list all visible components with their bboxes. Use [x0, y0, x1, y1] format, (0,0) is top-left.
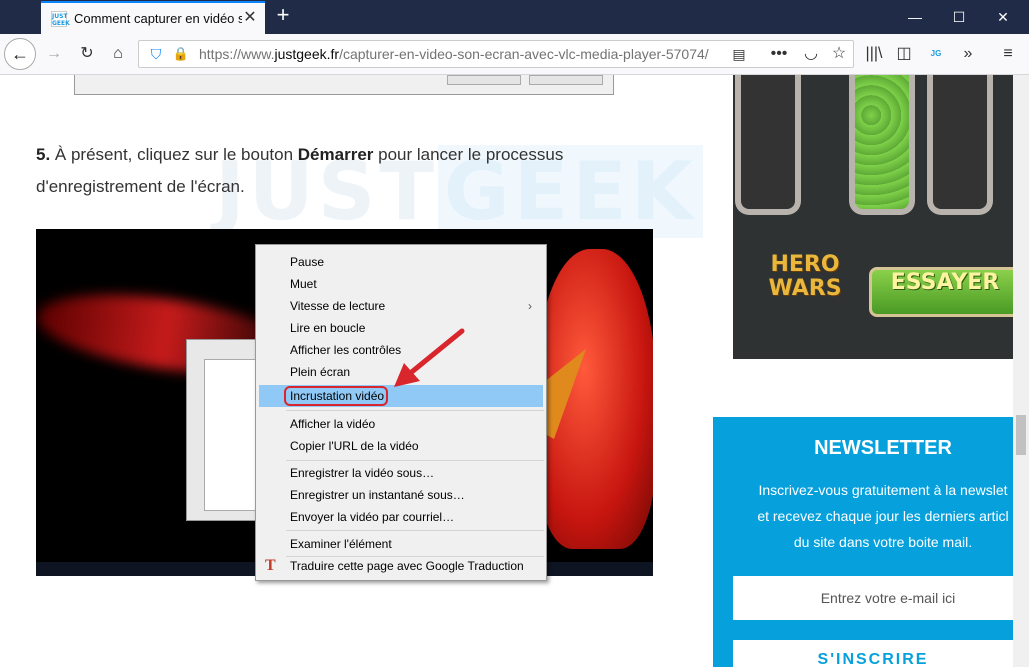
step-paragraph: 5. À présent, cliquez sur le bouton Déma… [36, 145, 564, 196]
menu-item-loop[interactable]: Lire en boucle [290, 321, 365, 335]
newsletter-title: NEWSLETTER [814, 437, 952, 459]
lock-icon[interactable]: 🔒 [169, 42, 193, 66]
minimize-icon[interactable]: — [905, 7, 925, 27]
close-tab-icon[interactable]: ✕ [241, 9, 259, 27]
forward-icon[interactable]: → [42, 42, 66, 66]
menu-item-view-video[interactable]: Afficher la vidéo [290, 417, 375, 431]
page-actions-icon[interactable]: ••• [767, 42, 791, 66]
translate-icon: T [265, 557, 276, 574]
submenu-arrow-icon: › [528, 299, 532, 313]
menu-item-mute[interactable]: Muet [290, 277, 317, 291]
newsletter-description: Inscrivez-vous gratuitement à la newslet… [757, 482, 1009, 550]
tab-title: Comment capturer en vidéo so [74, 11, 242, 26]
bookmark-star-icon[interactable]: ☆ [827, 42, 851, 66]
ad-tube-right [927, 75, 993, 215]
menu-item-email-video[interactable]: Envoyer la vidéo par courriel… [290, 510, 454, 524]
pocket-icon[interactable]: ◡ [799, 42, 823, 66]
newsletter-widget: NEWSLETTER Inscrivez-vous gratuitement à… [713, 417, 1013, 667]
ad-tube-middle [849, 75, 915, 215]
reload-icon[interactable]: ↻ [75, 42, 99, 66]
sidebar-icon[interactable]: ◫ [892, 42, 916, 66]
tracking-shield-icon[interactable]: ⛉ [144, 42, 168, 66]
maximize-icon[interactable]: ☐ [949, 7, 969, 27]
newsletter-email-field[interactable]: Entrez votre e-mail ici [733, 576, 1013, 620]
close-window-icon[interactable]: ✕ [993, 7, 1013, 27]
hamburger-menu-icon[interactable]: ≡ [996, 42, 1020, 66]
new-tab-icon[interactable]: + [273, 4, 293, 26]
menu-item-save-video[interactable]: Enregistrer la vidéo sous… [290, 466, 434, 480]
ad-try-button[interactable]: ESSAYER [869, 267, 1013, 317]
menu-item-translate-page[interactable]: Traduire cette page avec Google Traducti… [290, 559, 524, 573]
ad-tube-left [735, 75, 801, 215]
menu-item-show-controls[interactable]: Afficher les contrôles [290, 343, 401, 357]
menu-item-save-snapshot[interactable]: Enregistrer un instantané sous… [290, 488, 465, 502]
hero-wars-logo: HERO WARS [768, 252, 842, 301]
menu-item-inspect-element[interactable]: Examiner l'élément [290, 537, 392, 551]
newsletter-subscribe-button[interactable]: S'INSCRIRE [733, 640, 1013, 667]
justgeek-extension-icon[interactable]: JG [924, 42, 948, 66]
site-favicon: JUST GEEK [51, 11, 70, 27]
url-text[interactable]: https://www.justgeek.fr/capturer-en-vide… [199, 46, 709, 62]
url-bar[interactable]: ⛉ 🔒 https://www.justgeek.fr/capturer-en-… [138, 40, 854, 68]
previous-screenshot-bottom [74, 75, 614, 95]
title-bar: JUST GEEK Comment capturer en vidéo so ✕… [0, 0, 1029, 34]
annotation-arrow-icon [394, 328, 465, 387]
menu-item-playback-speed[interactable]: Vitesse de lecture [290, 299, 385, 313]
context-menu: Pause Muet Vitesse de lecture › Lire en … [255, 244, 547, 581]
navigation-bar: ← → ↻ ⌂ ⛉ 🔒 https://www.justgeek.fr/capt… [0, 34, 1029, 75]
back-icon[interactable]: ← [4, 38, 36, 70]
scrollbar-thumb[interactable] [1016, 415, 1026, 455]
overflow-menu-icon[interactable]: » [956, 42, 980, 66]
page-scrollbar[interactable] [1013, 75, 1029, 667]
menu-item-fullscreen[interactable]: Plein écran [290, 365, 350, 379]
page-content: JUSTGEEK 5. À présent, cliquez sur le bo… [0, 75, 1013, 667]
library-icon[interactable]: |||\ [862, 42, 886, 66]
menu-item-pause[interactable]: Pause [290, 255, 324, 269]
home-icon[interactable]: ⌂ [106, 42, 130, 66]
advertisement[interactable]: HERO WARS ESSAYER [733, 75, 1013, 359]
browser-tab[interactable]: JUST GEEK Comment capturer en vidéo so ✕ [41, 1, 265, 34]
menu-item-copy-video-url[interactable]: Copier l'URL de la vidéo [290, 439, 419, 453]
annotation-highlight-box [284, 386, 388, 406]
reader-view-icon[interactable]: ▤ [727, 42, 751, 66]
